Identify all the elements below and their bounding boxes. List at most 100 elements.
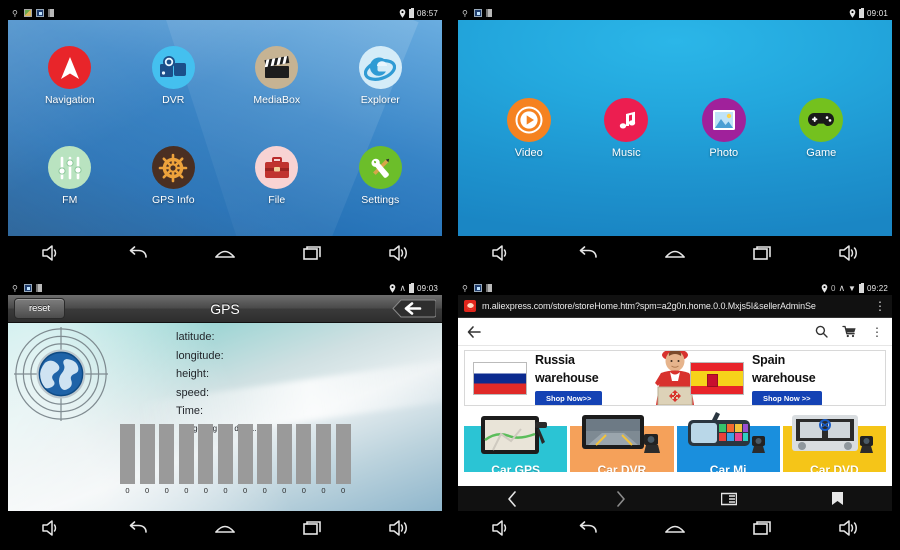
home-icon[interactable] <box>203 515 247 541</box>
app-label: Music <box>611 146 641 159</box>
app-settings[interactable]: Settings <box>329 146 433 206</box>
gallery-icon <box>24 9 32 17</box>
product-card-car-dvd[interactable]: Car DVD <box>782 410 886 472</box>
navigation-arrow-icon <box>48 46 92 89</box>
volume-down-icon[interactable] <box>479 240 523 266</box>
home-icon[interactable] <box>653 240 697 266</box>
ship-wheel-icon <box>151 146 195 189</box>
product-card-car-dvr[interactable]: Car DVR <box>570 410 674 472</box>
kebab-menu-icon[interactable]: ⋮ <box>871 326 883 338</box>
app-music[interactable]: Music <box>578 97 676 159</box>
location-pin-icon <box>821 283 828 293</box>
app-mediabox[interactable]: MediaBox <box>225 46 329 106</box>
battery-icon <box>408 7 414 18</box>
bar-fill <box>217 424 233 484</box>
banner-russia[interactable]: Russia warehouse Shop Now>> <box>465 351 668 405</box>
bar-fill <box>159 424 175 484</box>
back-arrow-icon[interactable] <box>392 299 437 318</box>
recents-icon[interactable] <box>290 515 334 541</box>
gps-content: latitude: longitude: height: speed: Time… <box>8 323 442 511</box>
bar-value: 0 <box>282 486 287 495</box>
device-panel-gps: ⚲ ∧ 09:03 reset GPS latitude: longitude:… <box>0 275 450 550</box>
back-icon[interactable] <box>116 515 160 541</box>
app-file[interactable]: File <box>225 146 329 206</box>
url-text[interactable]: m.aliexpress.com/store/storeHome.htm?spm… <box>482 301 868 311</box>
volume-up-icon[interactable] <box>827 240 871 266</box>
volume-down-icon[interactable] <box>29 515 73 541</box>
home-icon[interactable] <box>203 240 247 266</box>
shopping-cart-icon[interactable] <box>842 325 857 338</box>
gamepad-icon <box>799 97 844 142</box>
app-navigation[interactable]: Navigation <box>18 46 122 106</box>
app-photo[interactable]: Photo <box>675 97 773 159</box>
back-icon[interactable] <box>566 240 610 266</box>
back-icon[interactable] <box>116 240 160 266</box>
volume-down-icon[interactable] <box>479 515 523 541</box>
app-dvr[interactable]: DVR <box>122 46 226 106</box>
gps-field-longitude: longitude: <box>176 349 224 362</box>
volume-up-icon[interactable] <box>377 515 421 541</box>
satellite-bar: 0 <box>178 424 194 495</box>
reset-button[interactable]: reset <box>14 298 66 319</box>
banner-spain[interactable]: Spain warehouse Shop Now >> <box>668 351 885 405</box>
app-label: File <box>268 194 286 206</box>
app-game[interactable]: Game <box>773 97 871 159</box>
product-card-car-gps[interactable]: Car GPS <box>464 410 568 472</box>
search-icon[interactable] <box>815 325 828 338</box>
app-gps-info[interactable]: GPS Info <box>122 146 226 206</box>
volume-up-icon[interactable] <box>827 515 871 541</box>
app-label: Explorer <box>360 94 400 106</box>
battery-icon <box>858 7 864 18</box>
product-card-car-mirror[interactable]: Car Mi <box>676 410 780 472</box>
volume-up-icon[interactable] <box>377 240 421 266</box>
satellite-signal-chart: 0 0 0 0 0 0 0 0 0 0 0 0 <box>120 424 351 495</box>
previous-page-icon[interactable] <box>458 490 567 507</box>
product-category-row: Car GPS Car DVR Car Mi Car DVD <box>464 410 886 472</box>
volume-down-icon[interactable] <box>29 240 73 266</box>
app-explorer[interactable]: Explorer <box>329 46 433 106</box>
banner-title: Russia warehouse <box>535 352 599 385</box>
bar-value: 0 <box>145 486 150 495</box>
card-label: Car Mi <box>709 463 747 472</box>
device-panel-launcher-main: ⚲ 08:57 Navigation DVR MediaBox Explorer… <box>0 0 450 275</box>
headset-icon: ∧ <box>399 282 406 293</box>
url-bar[interactable]: m.aliexpress.com/store/storeHome.htm?spm… <box>458 295 892 318</box>
warehouse-banner[interactable]: Russia warehouse Shop Now>> Spain wareho… <box>464 350 886 406</box>
kebab-menu-icon[interactable]: ⋮ <box>874 300 886 312</box>
car-dvd-photo <box>792 415 874 453</box>
shop-now-button[interactable]: Shop Now >> <box>752 390 822 405</box>
equalizer-sliders-icon <box>48 146 92 189</box>
home-icon[interactable] <box>653 515 697 541</box>
gps-field-list: latitude: longitude: height: speed: Time… <box>176 331 224 424</box>
play-circle-icon <box>506 97 551 142</box>
site-toolbar: ⋮ <box>458 318 892 346</box>
bar-value: 0 <box>321 486 326 495</box>
app-label: MediaBox <box>253 94 301 106</box>
gps-header: reset GPS <box>8 295 442 323</box>
card-label: Car GPS <box>491 463 540 472</box>
tabs-icon[interactable] <box>675 492 784 506</box>
banner-title: Spain warehouse <box>752 352 816 385</box>
card-label: Car DVD <box>810 463 859 472</box>
recents-icon[interactable] <box>290 240 334 266</box>
wrench-screwdriver-icon <box>358 146 402 189</box>
bar-fill <box>335 424 351 484</box>
back-icon[interactable] <box>566 515 610 541</box>
recents-icon[interactable] <box>740 240 784 266</box>
bar-value: 0 <box>203 486 208 495</box>
app-video[interactable]: Video <box>480 97 578 159</box>
bar-value: 0 <box>184 486 189 495</box>
shop-now-button[interactable]: Shop Now>> <box>535 390 603 405</box>
gps-app: reset GPS latitude: longitude: height: s… <box>8 295 442 511</box>
bar-fill <box>139 424 155 484</box>
sdcard-icon <box>486 284 492 292</box>
bookmark-icon[interactable] <box>784 491 893 506</box>
next-page-icon[interactable] <box>567 490 676 507</box>
bar-fill <box>178 424 194 484</box>
back-arrow-icon[interactable] <box>467 325 481 339</box>
picture-icon <box>701 97 746 142</box>
gps-field-time: Time: <box>176 405 204 417</box>
recents-icon[interactable] <box>740 515 784 541</box>
screenshot-grid: ⚲ 08:57 Navigation DVR MediaBox Explorer… <box>0 0 900 550</box>
app-fm[interactable]: FM <box>18 146 122 206</box>
